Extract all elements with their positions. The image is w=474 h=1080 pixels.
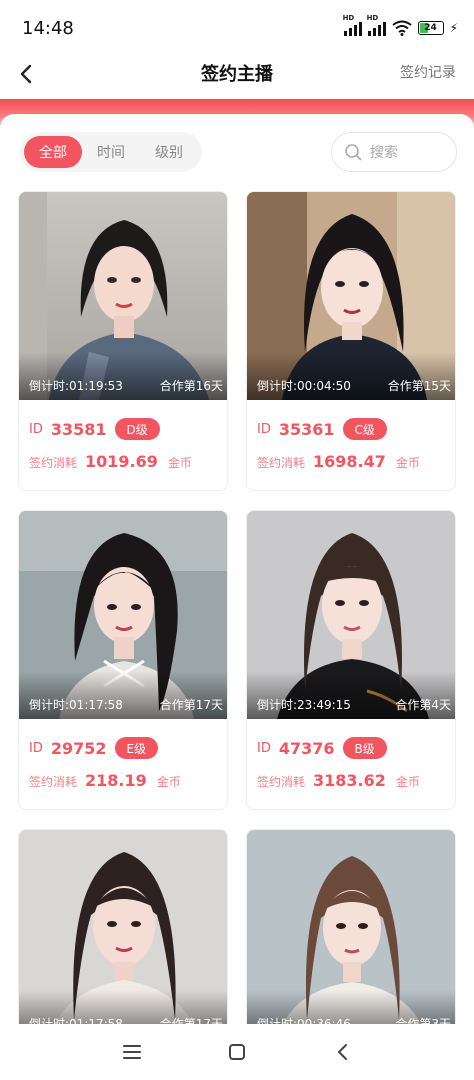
status-bar: 14:48 HD HD 24 ⚡: [0, 0, 474, 58]
level-badge: C级: [342, 418, 387, 440]
back-arrow-icon: [338, 1044, 347, 1060]
level-badge: D级: [114, 418, 160, 440]
hd-label: HD: [342, 14, 355, 22]
anchor-id: 35361: [278, 419, 335, 439]
menu-icon: [123, 1045, 141, 1059]
search-icon: [345, 144, 362, 161]
back-nav-button[interactable]: [330, 1040, 354, 1064]
tab-time[interactable]: 时间: [82, 136, 140, 168]
anchor-card[interactable]: 倒计时:01:17:58 合作第17天 ID 29752 E级 签约消耗 218…: [18, 510, 228, 810]
search-input[interactable]: 搜索: [331, 132, 457, 172]
anchor-photo: 倒计时:00:36:46 合作第3天: [247, 830, 455, 1024]
cost-value: 1019.69: [85, 452, 158, 471]
level-badge: B级: [342, 737, 387, 759]
menu-button[interactable]: [120, 1040, 144, 1064]
anchor-info: ID 35361 C级 签约消耗 1698.47 金币: [247, 400, 455, 490]
anchor-info: ID 47376 B级 签约消耗 3183.62 金币: [247, 719, 455, 809]
anchor-card[interactable]: 倒计时:01:19:53 合作第16天 ID 33581 D级 签约消耗 101…: [18, 191, 228, 491]
countdown-timer: 倒计时:23:49:15: [257, 698, 351, 712]
anchor-photo: 倒计时:23:49:15 合作第4天: [247, 511, 455, 719]
cost-label: 签约消耗: [29, 456, 78, 470]
cooperation-days: 合作第17天: [159, 1017, 223, 1024]
charging-icon: ⚡: [449, 21, 458, 35]
anchor-card[interactable]: 倒计时:00:04:50 合作第15天 ID 35361 C级 签约消耗 169…: [246, 191, 456, 491]
id-label: ID: [257, 740, 271, 756]
cost-label: 签约消耗: [257, 775, 306, 789]
countdown-timer: 倒计时:01:17:58: [29, 698, 123, 712]
id-label: ID: [257, 421, 271, 437]
cooperation-days: 合作第16天: [159, 379, 223, 393]
signal-icon: HD: [343, 14, 362, 36]
id-label: ID: [29, 421, 43, 437]
search-placeholder: 搜索: [370, 145, 398, 161]
cost-value: 3183.62: [313, 771, 386, 790]
signal-icon-2: HD: [367, 14, 386, 36]
anchor-photo: 倒计时:01:17:58 合作第17天: [19, 830, 227, 1024]
battery-level: 24: [424, 23, 437, 33]
system-nav-bar: [0, 1024, 474, 1080]
wifi-icon: [391, 20, 412, 36]
anchor-id: 29752: [50, 738, 107, 758]
anchor-photo: 倒计时:01:19:53 合作第16天: [19, 192, 227, 400]
sign-records-link[interactable]: 签约记录: [400, 62, 456, 82]
home-square-icon: [229, 1044, 245, 1060]
anchor-info: ID 29752 E级 签约消耗 218.19 金币: [19, 719, 227, 809]
tab-level[interactable]: 级别: [140, 136, 198, 168]
cost-unit: 金币: [167, 456, 192, 470]
main-content: 全部 时间 级别 搜索 倒计时:01:19:53 合作第16天 ID 33581…: [0, 114, 474, 1024]
cost-label: 签约消耗: [29, 775, 78, 789]
anchor-card[interactable]: 倒计时:01:17:58 合作第17天: [18, 829, 228, 1024]
status-icons: HD HD 24 ⚡: [343, 14, 458, 36]
tab-all[interactable]: 全部: [24, 136, 82, 168]
level-badge: E级: [114, 737, 159, 759]
anchor-photo: 倒计时:01:17:58 合作第17天: [19, 511, 227, 719]
cost-unit: 金币: [395, 456, 420, 470]
cost-value: 1698.47: [313, 452, 386, 471]
status-time: 14:48: [22, 18, 74, 39]
id-label: ID: [29, 740, 43, 756]
filter-tabs: 全部 时间 级别: [20, 132, 202, 172]
countdown-timer: 倒计时:01:17:58: [29, 1017, 123, 1024]
cost-unit: 金币: [395, 775, 420, 789]
anchor-info: ID 33581 D级 签约消耗 1019.69 金币: [19, 400, 227, 490]
hd-label-2: HD: [366, 14, 379, 22]
anchor-id: 33581: [50, 419, 107, 439]
cost-value: 218.19: [85, 771, 147, 790]
cooperation-days: 合作第15天: [387, 379, 451, 393]
home-button[interactable]: [225, 1040, 249, 1064]
battery-icon: 24: [417, 21, 444, 35]
countdown-timer: 倒计时:00:04:50: [257, 379, 351, 393]
anchor-card[interactable]: 倒计时:00:36:46 合作第3天: [246, 829, 456, 1024]
anchor-card[interactable]: 倒计时:23:49:15 合作第4天 ID 47376 B级 签约消耗 3183…: [246, 510, 456, 810]
countdown-timer: 倒计时:01:19:53: [29, 379, 123, 393]
cooperation-days: 合作第3天: [395, 1017, 451, 1024]
nav-bar: 签约主播 签约记录: [0, 52, 474, 96]
anchor-photo: 倒计时:00:04:50 合作第15天: [247, 192, 455, 400]
anchor-id: 47376: [278, 738, 335, 758]
cost-label: 签约消耗: [257, 456, 306, 470]
cooperation-days: 合作第4天: [395, 698, 451, 712]
countdown-timer: 倒计时:00:36:46: [257, 1017, 351, 1024]
cooperation-days: 合作第17天: [159, 698, 223, 712]
cost-unit: 金币: [156, 775, 181, 789]
